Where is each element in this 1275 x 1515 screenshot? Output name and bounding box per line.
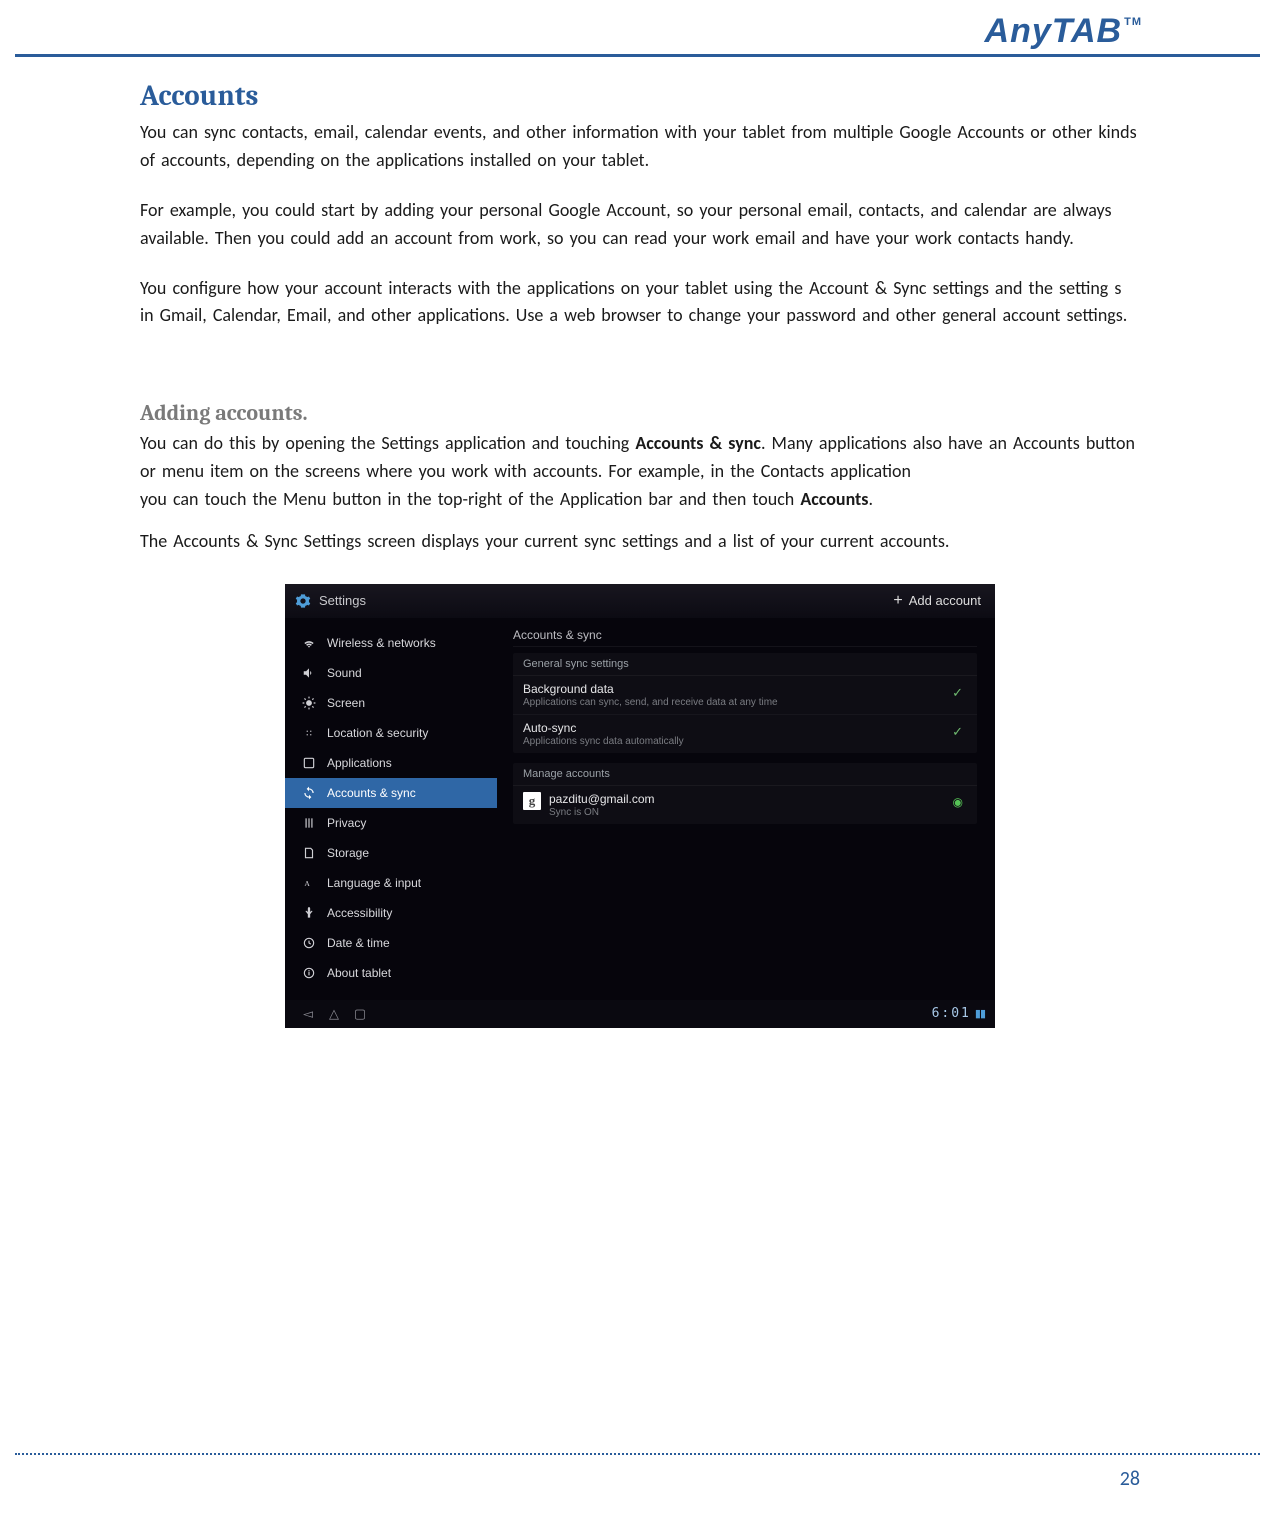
home-button[interactable]: △	[321, 1006, 347, 1022]
manage-accounts-header: Manage accounts	[513, 763, 977, 786]
footer-rule	[15, 1453, 1260, 1455]
sidebar-item-screen[interactable]: Screen	[285, 688, 497, 718]
sidebar-item-storage[interactable]: Storage	[285, 838, 497, 868]
settings-gear-icon	[295, 593, 311, 609]
header-rule	[15, 54, 1260, 57]
hand-icon	[301, 905, 317, 921]
language-icon: A	[301, 875, 317, 891]
document-body: Accounts You can sync contacts, email, c…	[140, 80, 1140, 1028]
brightness-icon	[301, 695, 317, 711]
check-icon: ✓	[952, 721, 967, 740]
account-row[interactable]: g pazditu@gmail.comSync is ON ◉	[513, 786, 977, 824]
general-sync-header: General sync settings	[513, 653, 977, 676]
back-button[interactable]: ◅	[295, 1006, 321, 1022]
general-sync-block: General sync settings Background dataApp…	[513, 653, 977, 753]
sidebar-item-privacy[interactable]: Privacy	[285, 808, 497, 838]
heading-adding-accounts: Adding accounts.	[140, 400, 1140, 426]
sync-icon	[301, 785, 317, 801]
settings-screenshot: Settings + Add account Wireless & networ…	[285, 584, 995, 1028]
status-clock: 6:01	[932, 1006, 971, 1021]
screenshot-topbar: Settings + Add account	[285, 584, 995, 618]
svg-text:A: A	[304, 879, 310, 888]
screenshot-title: Settings	[319, 593, 366, 608]
paragraph-configure: You configure how your account interacts…	[140, 275, 1140, 331]
check-icon: ✓	[952, 682, 967, 701]
apps-icon	[301, 755, 317, 771]
paragraph-intro: You can sync contacts, email, calendar e…	[140, 119, 1140, 175]
recent-button[interactable]: ▢	[347, 1006, 373, 1022]
google-icon: g	[523, 792, 541, 810]
sidebar-item-wireless[interactable]: Wireless & networks	[285, 628, 497, 658]
breadcrumb: Accounts & sync	[513, 628, 977, 647]
sidebar-item-location[interactable]: Location & security	[285, 718, 497, 748]
sidebar-item-about[interactable]: About tablet	[285, 958, 497, 988]
location-icon	[301, 725, 317, 741]
clock-icon	[301, 935, 317, 951]
heading-accounts: Accounts	[140, 80, 1140, 113]
sync-indicator-icon: ◉	[953, 792, 967, 809]
paragraph-adding-1: You can do this by opening the Settings …	[140, 430, 1140, 486]
sidebar-item-language[interactable]: ALanguage & input	[285, 868, 497, 898]
signal-icon: ▮▮	[975, 1007, 985, 1020]
settings-sidebar: Wireless & networks Sound Screen Locatio…	[285, 618, 497, 1000]
paragraph-adding-3: The Accounts & Sync Settings screen disp…	[140, 528, 1140, 556]
sidebar-item-accessibility[interactable]: Accessibility	[285, 898, 497, 928]
plus-icon: +	[893, 593, 902, 609]
add-account-button[interactable]: + Add account	[893, 593, 995, 609]
brand-logo: AnyTABTM	[985, 12, 1140, 51]
wifi-icon	[301, 635, 317, 651]
paragraph-adding-2: you can touch the Menu button in the top…	[140, 486, 1140, 514]
option-background-data[interactable]: Background dataApplications can sync, se…	[513, 676, 977, 715]
option-auto-sync[interactable]: Auto-syncApplications sync data automati…	[513, 715, 977, 753]
sidebar-item-accounts-sync[interactable]: Accounts & sync	[285, 778, 497, 808]
manage-accounts-block: Manage accounts g pazditu@gmail.comSync …	[513, 763, 977, 824]
privacy-icon	[301, 815, 317, 831]
sidebar-item-applications[interactable]: Applications	[285, 748, 497, 778]
page-number: 28	[1120, 1467, 1140, 1491]
settings-main-panel: Accounts & sync General sync settings Ba…	[497, 618, 995, 1000]
sidebar-item-datetime[interactable]: Date & time	[285, 928, 497, 958]
sidebar-item-sound[interactable]: Sound	[285, 658, 497, 688]
paragraph-example: For example, you could start by adding y…	[140, 197, 1140, 253]
storage-icon	[301, 845, 317, 861]
info-icon	[301, 965, 317, 981]
speaker-icon	[301, 665, 317, 681]
android-navbar: ◅ △ ▢ 6:01 ▮▮	[285, 1000, 995, 1028]
